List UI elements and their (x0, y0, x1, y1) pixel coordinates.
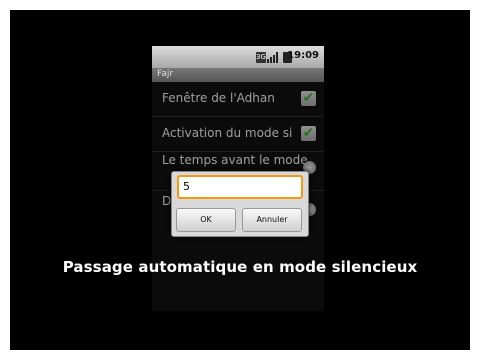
signal-strength-icon (267, 52, 281, 63)
ok-button[interactable]: OK (176, 208, 236, 232)
minutes-input[interactable]: 5 (177, 175, 303, 199)
status-time: 19:09 (287, 50, 319, 61)
page-title: Fajr (157, 69, 174, 79)
cancel-button[interactable]: Annuler (242, 208, 302, 232)
video-caption: Passage automatique en mode silencieux (62, 258, 418, 276)
network-3g-icon: 3G (256, 52, 266, 63)
number-input-dialog: 5 OK Annuler (171, 171, 309, 237)
status-bar: 3G 19:09 (152, 46, 324, 68)
title-bar: Fajr (152, 68, 324, 82)
